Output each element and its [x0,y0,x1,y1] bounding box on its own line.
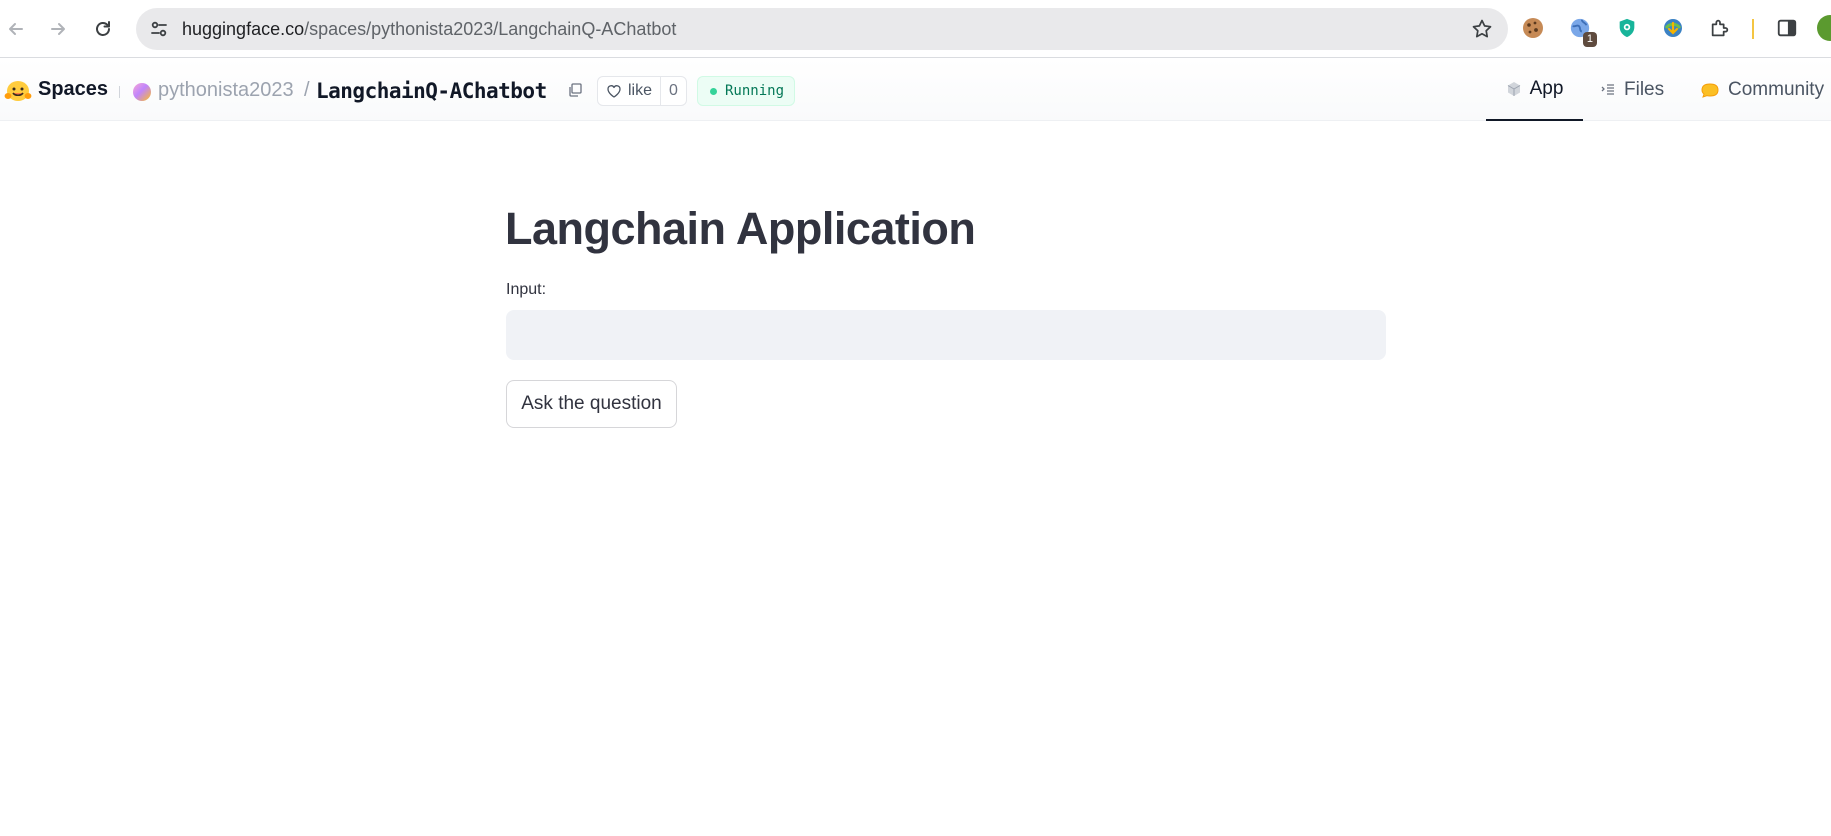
status-badge[interactable]: Running [697,76,796,106]
like-widget: like 0 [597,76,687,106]
tab-files[interactable]: Files [1600,59,1664,121]
files-icon [1601,84,1614,95]
site-info-icon[interactable] [146,17,172,41]
heart-icon [607,85,621,98]
globe-icon[interactable]: 1 [1567,15,1597,47]
side-panel-icon[interactable] [1774,15,1800,41]
url-domain: huggingface.co [182,19,305,39]
header-divider [119,86,120,98]
reload-icon [96,21,110,36]
question-input[interactable] [506,310,1386,360]
tab-files-label: Files [1624,79,1665,100]
status-text: Running [725,83,785,99]
page-title: Langchain Application [505,203,976,254]
url-path: /spaces/pythonista2023/LangchainQ-AChatb… [304,19,677,39]
url-text: huggingface.co/spaces/pythonista2023/Lan… [182,19,676,40]
owner-link[interactable]: pythonista2023 [158,79,294,102]
avatar[interactable] [1817,15,1831,41]
puzzle-icon[interactable] [1707,15,1733,41]
tab-app[interactable]: App [1486,59,1583,121]
space-name-link[interactable]: LangchainQ-AChatbot [316,79,547,103]
status-dot-icon [710,87,717,95]
back-button[interactable] [0,13,32,45]
cube-icon [1507,82,1520,96]
hugging-face-logo-icon[interactable] [4,78,32,102]
like-label: like [628,82,653,99]
arrow-right-icon [51,23,65,35]
owner-avatar[interactable] [133,83,151,101]
arrow-left-icon [9,23,23,35]
community-icon [1701,83,1719,98]
input-label: Input: [506,281,547,298]
reload-button[interactable] [87,13,119,45]
ask-question-button[interactable]: Ask the question [506,380,677,428]
browser-toolbar: huggingface.co/spaces/pythonista2023/Lan… [0,0,1831,58]
address-bar[interactable]: huggingface.co/spaces/pythonista2023/Lan… [136,8,1508,50]
toolbar-divider [1752,19,1754,39]
tab-app-label: App [1529,78,1564,99]
tab-community[interactable]: Community [1700,59,1824,121]
like-button[interactable]: like [598,77,662,105]
extension-badge: 1 [1582,32,1597,47]
space-header: Spaces pythonista2023 / LangchainQ-AChat… [0,59,1831,121]
tab-community-label: Community [1728,79,1825,100]
like-count[interactable]: 0 [661,77,686,105]
forward-button[interactable] [42,13,74,45]
copy-icon[interactable] [567,82,583,98]
bookmark-star-icon[interactable] [1470,17,1494,41]
shield-icon[interactable] [1614,15,1640,41]
breadcrumb-separator: / [304,79,310,101]
cookie-icon[interactable] [1520,15,1546,41]
spaces-link[interactable]: Spaces [38,78,108,101]
download-manager-icon[interactable] [1660,15,1686,41]
